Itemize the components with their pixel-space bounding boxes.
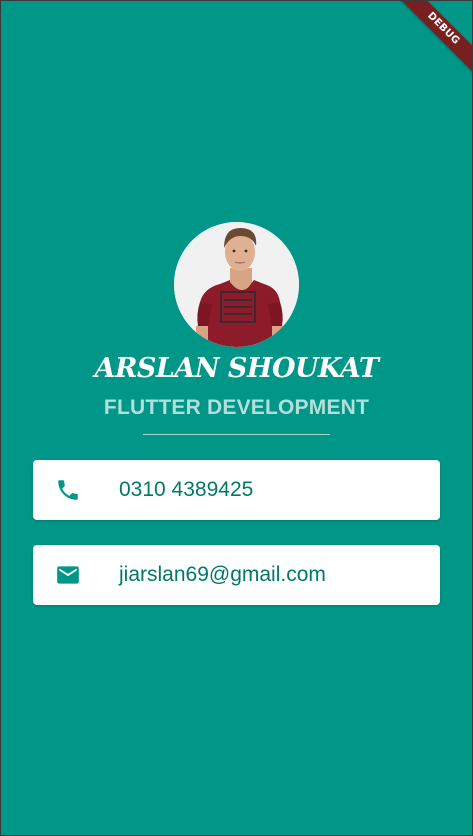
avatar [174,222,299,347]
app-screen: ARSLAN SHOUKAT FLUTTER DEVELOPMENT 0310 … [0,0,473,836]
mail-icon [55,562,81,588]
email-card[interactable]: jiarslan69@gmail.com [33,545,440,605]
phone-card[interactable]: 0310 4389425 [33,460,440,520]
phone-number: 0310 4389425 [119,478,254,501]
avatar-image [174,222,299,347]
profile-name: ARSLAN SHOUKAT [94,353,379,384]
profile-content: ARSLAN SHOUKAT FLUTTER DEVELOPMENT 0310 … [1,1,472,835]
profile-title: FLUTTER DEVELOPMENT [103,396,370,419]
phone-icon [55,477,81,503]
email-address: jiarslan69@gmail.com [119,563,326,586]
divider [143,434,330,435]
